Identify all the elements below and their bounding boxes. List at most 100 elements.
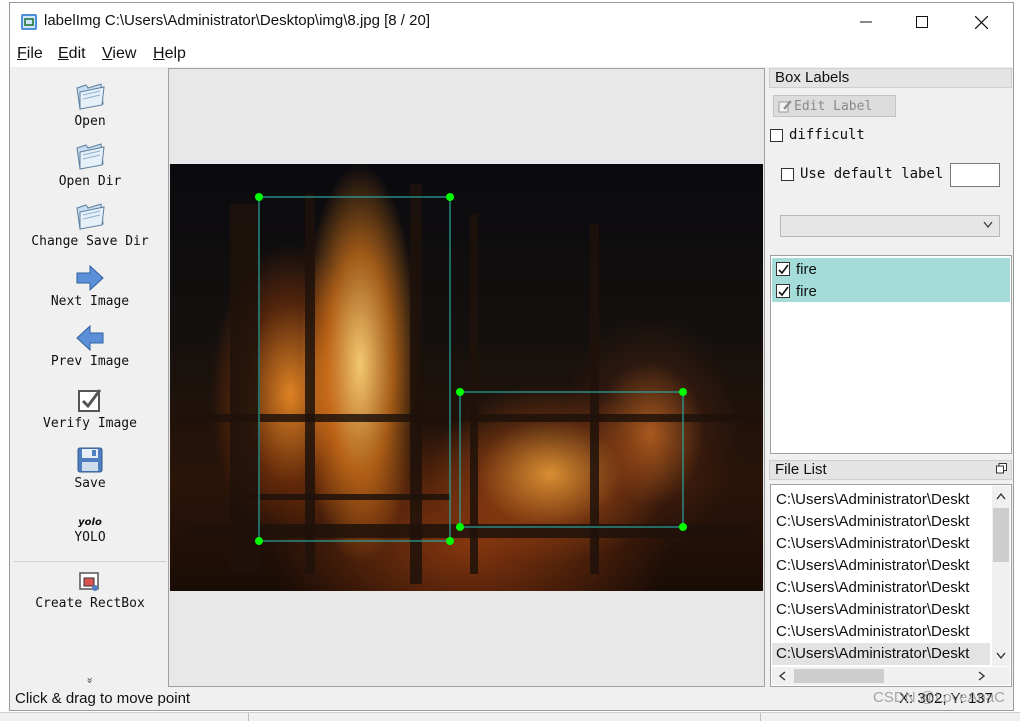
status-message: Click & drag to move point <box>15 690 191 707</box>
maximize-icon <box>916 16 928 28</box>
label-item-text: fire <box>796 282 817 300</box>
file-list-horizontal-scrollbar[interactable] <box>772 667 992 685</box>
maximize-button[interactable] <box>893 3 951 41</box>
menu-help-label: elp <box>164 45 186 62</box>
box-vertex-handle[interactable] <box>456 388 464 396</box>
pencil-icon <box>778 100 792 113</box>
chevron-left-icon[interactable] <box>776 667 790 685</box>
label-checkbox[interactable] <box>776 284 790 298</box>
edit-label-text: Edit Label <box>794 98 873 114</box>
box-vertex-handle[interactable] <box>456 523 464 531</box>
checkmark-icon <box>777 264 789 274</box>
labelimg-window: labelImg C:\Users\Administrator\Desktop\… <box>9 2 1014 711</box>
rectbox-icon <box>79 572 99 591</box>
box-vertex-handle[interactable] <box>446 537 454 545</box>
menu-help-hotkey: H <box>153 45 165 62</box>
folder-open-icon <box>76 83 105 110</box>
file-list-item[interactable]: C:\Users\Administrator\Deskt <box>772 599 990 621</box>
watermark-text: CSDN @LoveAnaC <box>873 689 1005 706</box>
arrow-left-icon <box>76 324 104 352</box>
bounding-box-fire-1[interactable] <box>258 196 451 542</box>
box-vertex-handle[interactable] <box>446 193 454 201</box>
label-item-text: fire <box>796 260 817 278</box>
chevron-right-icon[interactable] <box>974 667 988 685</box>
scroll-corner <box>992 667 1010 685</box>
file-list-item[interactable]: C:\Users\Administrator\Deskt <box>772 577 990 599</box>
close-icon <box>974 15 988 29</box>
toolbar-extension-button[interactable]: » <box>84 675 97 687</box>
save-label: Save <box>74 476 106 491</box>
menu-view-label: iew <box>112 45 137 62</box>
box-vertex-handle[interactable] <box>255 193 263 201</box>
file-list-item[interactable]: C:\Users\Administrator\Deskt <box>772 489 990 511</box>
edit-label-button[interactable]: Edit Label <box>773 95 896 117</box>
horizontal-scroll-thumb[interactable] <box>794 669 884 683</box>
label-list-item[interactable]: fire <box>772 280 1010 302</box>
menu-file[interactable]: File <box>17 45 43 63</box>
label-list: fire fire <box>770 255 1012 454</box>
yolo-icon: yolo <box>78 517 102 528</box>
prev-image-button[interactable]: Prev Image <box>12 318 168 369</box>
file-list-vertical-scrollbar[interactable] <box>992 486 1010 666</box>
format-yolo-button[interactable]: yolo YOLO <box>12 500 168 545</box>
menu-view[interactable]: View <box>102 45 136 63</box>
verify-image-label: Verify Image <box>43 416 137 431</box>
minimize-button[interactable] <box>837 3 895 41</box>
chevron-down-icon[interactable] <box>992 649 1010 663</box>
verify-image-button[interactable]: Verify Image <box>12 380 168 431</box>
use-default-label-text: Use default label <box>800 166 944 182</box>
file-list-item-selected[interactable]: C:\Users\Administrator\Deskt <box>772 643 990 665</box>
close-button[interactable] <box>952 3 1010 41</box>
use-default-label-box[interactable] <box>781 167 794 181</box>
file-list-item[interactable]: C:\Users\Administrator\Deskt <box>772 621 990 643</box>
window-title: labelImg C:\Users\Administrator\Desktop\… <box>44 12 430 29</box>
arrow-right-icon <box>76 264 104 292</box>
difficult-label: difficult <box>789 127 865 143</box>
checkmark-icon <box>777 286 789 296</box>
create-rectbox-label: Create RectBox <box>35 596 145 611</box>
format-label: YOLO <box>74 530 106 545</box>
open-dir-label: Open Dir <box>58 174 122 189</box>
menu-help[interactable]: Help <box>153 45 186 63</box>
label-list-item[interactable]: fire <box>772 258 1010 280</box>
file-list-item[interactable]: C:\Users\Administrator\Deskt <box>772 555 990 577</box>
next-image-label: Next Image <box>50 294 130 309</box>
toolbar-divider <box>14 561 166 562</box>
label-combo-box[interactable] <box>780 215 1000 237</box>
create-rectbox-button[interactable]: Create RectBox <box>12 564 168 611</box>
menu-view-hotkey: V <box>102 45 113 62</box>
prev-image-label: Prev Image <box>50 354 130 369</box>
app-icon <box>21 14 37 30</box>
annotation-overlay <box>255 193 687 545</box>
title-bar[interactable]: labelImg C:\Users\Administrator\Desktop\… <box>10 3 1013 41</box>
box-vertex-handle[interactable] <box>679 523 687 531</box>
label-checkbox[interactable] <box>776 262 790 276</box>
floppy-disk-icon <box>77 447 103 473</box>
use-default-label-checkbox[interactable]: Use default label <box>781 166 943 182</box>
open-button[interactable]: Open <box>12 78 168 129</box>
open-dir-button[interactable]: Open Dir <box>12 138 168 189</box>
menu-edit[interactable]: Edit <box>58 45 86 63</box>
checkbox-check-icon <box>78 389 102 412</box>
box-vertex-handle[interactable] <box>255 537 263 545</box>
float-dock-icon[interactable] <box>996 463 1007 474</box>
file-list-item[interactable]: C:\Users\Administrator\Deskt <box>772 511 990 533</box>
file-list-title: File List <box>775 461 827 478</box>
next-image-button[interactable]: Next Image <box>12 258 168 309</box>
menu-file-label: ile <box>26 45 43 62</box>
bounding-box-fire-2[interactable] <box>459 391 684 528</box>
change-save-dir-label: Change Save Dir <box>31 234 149 249</box>
default-label-input[interactable] <box>950 163 1000 187</box>
image-canvas[interactable] <box>168 68 765 687</box>
save-button[interactable]: Save <box>12 440 168 491</box>
change-save-dir-button[interactable]: Change Save Dir <box>12 198 168 249</box>
difficult-checkbox[interactable]: difficult <box>770 127 865 143</box>
difficult-checkbox-box[interactable] <box>770 128 783 142</box>
file-list-item[interactable]: C:\Users\Administrator\Deskt <box>772 533 990 555</box>
chevron-up-icon[interactable] <box>992 490 1010 504</box>
menu-edit-label: dit <box>68 45 86 62</box>
box-labels-title: Box Labels <box>769 68 1012 88</box>
box-vertex-handle[interactable] <box>679 388 687 396</box>
vertical-scroll-thumb[interactable] <box>993 508 1009 562</box>
menu-bar: File Edit View Help <box>10 41 1013 67</box>
